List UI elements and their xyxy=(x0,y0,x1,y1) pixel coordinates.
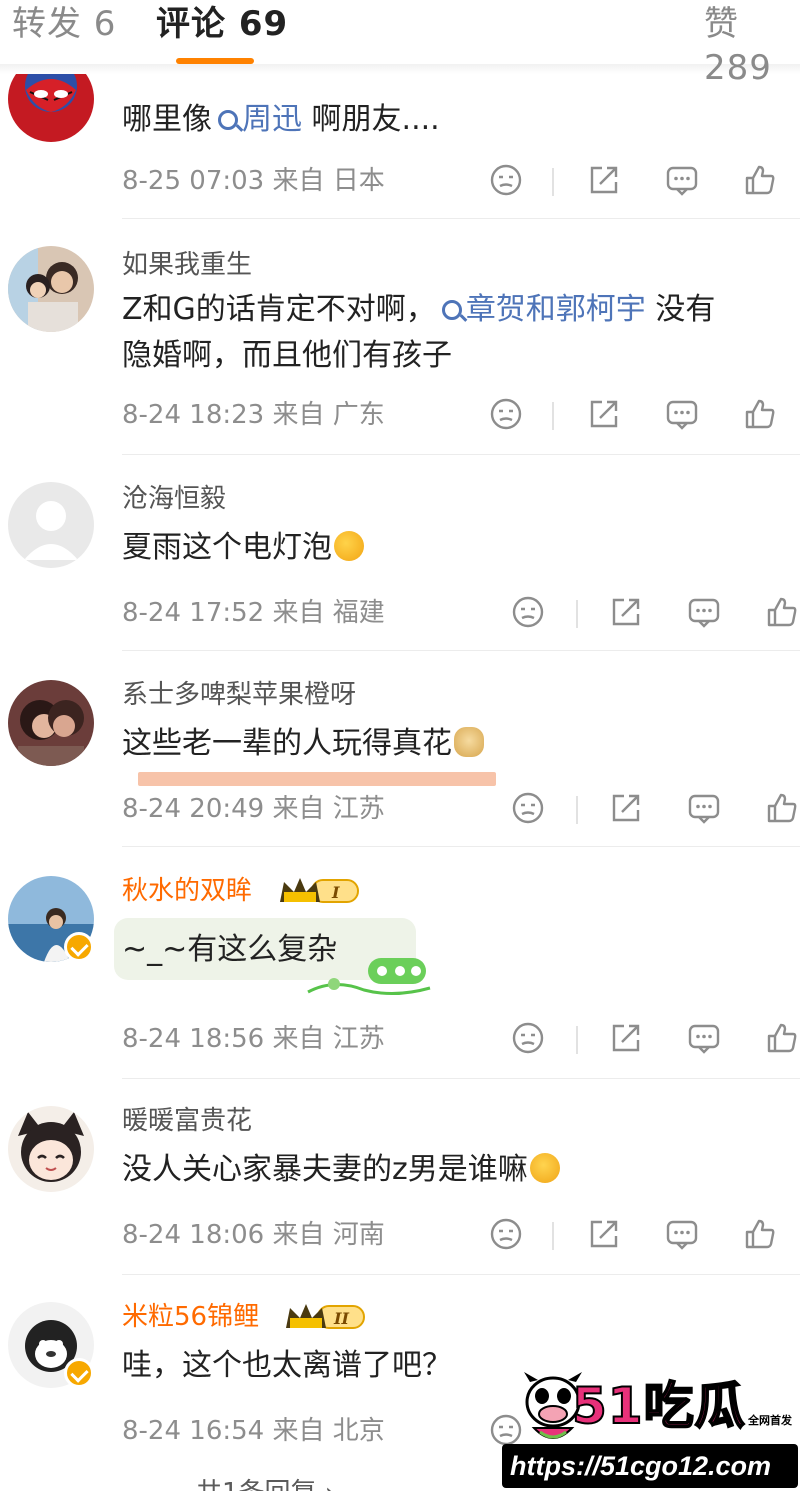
comment-text-part: 没人关心家暴夫妻的z男是谁嘛 xyxy=(122,1152,528,1187)
avatar[interactable] xyxy=(8,680,94,766)
search-icon xyxy=(441,300,462,320)
comment-text-part: 夏雨这个电灯泡 xyxy=(122,530,332,565)
divider xyxy=(576,600,578,628)
vip-crown-badge-icon: I xyxy=(280,878,359,903)
topic-link[interactable]: 章贺和郭柯宇 xyxy=(436,292,646,327)
comment-text-part: Z和G的话肯定不对啊， xyxy=(122,292,436,327)
search-icon xyxy=(218,110,238,130)
reply-icon[interactable] xyxy=(686,594,722,630)
share-icon[interactable] xyxy=(586,396,622,432)
comment-divider xyxy=(122,846,800,847)
view-more-replies-link[interactable]: 共1条回复 › xyxy=(196,1472,335,1491)
avatar[interactable] xyxy=(8,482,94,568)
like-icon[interactable] xyxy=(742,162,778,198)
like-icon[interactable] xyxy=(742,1216,778,1252)
comment-actions xyxy=(0,594,800,634)
share-icon[interactable] xyxy=(608,1020,644,1056)
comment-divider xyxy=(122,1078,800,1079)
tab-repost[interactable]: 转发 6 xyxy=(12,2,116,46)
username[interactable]: 秋水的双眸 xyxy=(122,874,252,908)
like-icon[interactable] xyxy=(764,594,800,630)
comment-actions xyxy=(0,396,800,436)
topic-label: 章贺和郭柯宇 xyxy=(465,292,646,327)
share-icon[interactable] xyxy=(586,1216,622,1252)
username[interactable]: 如果我重生 xyxy=(122,248,252,282)
divider xyxy=(552,402,554,430)
divider xyxy=(576,1026,578,1054)
avatar[interactable] xyxy=(8,1106,94,1192)
comment-divider xyxy=(122,218,800,219)
neutral-face-icon[interactable] xyxy=(510,594,546,630)
reply-icon[interactable] xyxy=(664,162,700,198)
watermark-url: https://51cgo12.com xyxy=(510,1451,772,1481)
tab-likes[interactable]: 赞 289 xyxy=(704,2,800,90)
like-icon[interactable] xyxy=(764,790,800,826)
like-icon[interactable] xyxy=(742,396,778,432)
enfj-sticker-icon xyxy=(307,958,431,996)
tab-comments[interactable]: 评论 69 xyxy=(156,2,288,46)
verified-badge-icon xyxy=(64,1358,94,1388)
vip-level: I xyxy=(331,883,340,902)
reply-icon[interactable] xyxy=(664,1216,700,1252)
reply-icon[interactable] xyxy=(664,396,700,432)
share-icon[interactable] xyxy=(608,594,644,630)
reply-icon[interactable] xyxy=(686,1020,722,1056)
comment-text: 这些老一辈的人玩得真花 xyxy=(122,718,484,770)
comment-text-part: 这些老一辈的人玩得真花 xyxy=(122,726,452,761)
comment-divider xyxy=(122,1274,800,1275)
comment-text: 哪里像 周迅 啊朋友.... xyxy=(122,94,440,146)
comment-text-line2: 隐婚啊，而且他们有孩子 xyxy=(122,338,452,373)
comment-actions xyxy=(0,1020,800,1060)
comment-actions xyxy=(0,162,800,202)
comment-actions xyxy=(0,1216,800,1256)
topic-link[interactable]: 周迅 xyxy=(212,102,302,137)
site-watermark: 51吃瓜 全网首发 https://51cgo12.com xyxy=(502,1372,798,1488)
comment-text: 没人关心家暴夫妻的z男是谁嘛 xyxy=(122,1144,560,1196)
comment-tabbar: 转发 6 评论 69 赞 289 xyxy=(0,0,800,88)
username[interactable]: 沧海恒毅 xyxy=(122,482,226,516)
tabbar-shadow xyxy=(0,64,800,74)
neutral-face-icon[interactable] xyxy=(510,1020,546,1056)
verified-badge-icon xyxy=(64,932,94,962)
username[interactable]: 暖暖富贵花 xyxy=(122,1104,252,1138)
comment-divider xyxy=(122,650,800,651)
comment-text: 哇，这个也太离谱了吧？ xyxy=(122,1348,452,1383)
doge-emoji-icon xyxy=(454,727,484,757)
like-icon[interactable] xyxy=(764,1020,800,1056)
highlight-underline xyxy=(138,772,496,786)
divider xyxy=(552,1222,554,1250)
neutral-face-icon[interactable] xyxy=(510,790,546,826)
comment-text: 夏雨这个电灯泡 xyxy=(122,522,364,574)
comment-text-part: 哪里像 xyxy=(122,102,212,137)
username[interactable]: 米粒56锦鲤 xyxy=(122,1300,259,1334)
neutral-face-icon[interactable] xyxy=(488,1216,524,1252)
comment-divider xyxy=(122,454,800,455)
neutral-face-icon[interactable] xyxy=(488,162,524,198)
share-icon[interactable] xyxy=(586,162,622,198)
active-tab-indicator xyxy=(176,58,254,64)
watermark-tag: 全网首发 xyxy=(748,1414,792,1427)
grinning-emoji-icon xyxy=(529,1153,560,1183)
comment-text: Z和G的话肯定不对啊， 章贺和郭柯宇 没有 xyxy=(122,284,715,336)
divider xyxy=(576,796,578,824)
comment-actions xyxy=(0,790,800,830)
reply-icon[interactable] xyxy=(686,790,722,826)
username[interactable]: 系士多啤梨苹果橙呀 xyxy=(122,678,356,712)
share-icon[interactable] xyxy=(608,790,644,826)
topic-label: 周迅 xyxy=(242,102,302,137)
avatar[interactable] xyxy=(8,246,94,332)
neutral-face-icon[interactable] xyxy=(488,396,524,432)
crying-laughing-emoji-icon xyxy=(334,531,364,561)
vip-level: II xyxy=(333,1309,349,1328)
divider xyxy=(552,168,554,196)
watermark-logo: 51吃瓜 xyxy=(571,1376,746,1436)
comment-text-part: 没有 xyxy=(645,292,716,327)
comment-text-part: 啊朋友.... xyxy=(302,102,440,137)
vip-crown-badge-icon: II xyxy=(286,1304,365,1329)
